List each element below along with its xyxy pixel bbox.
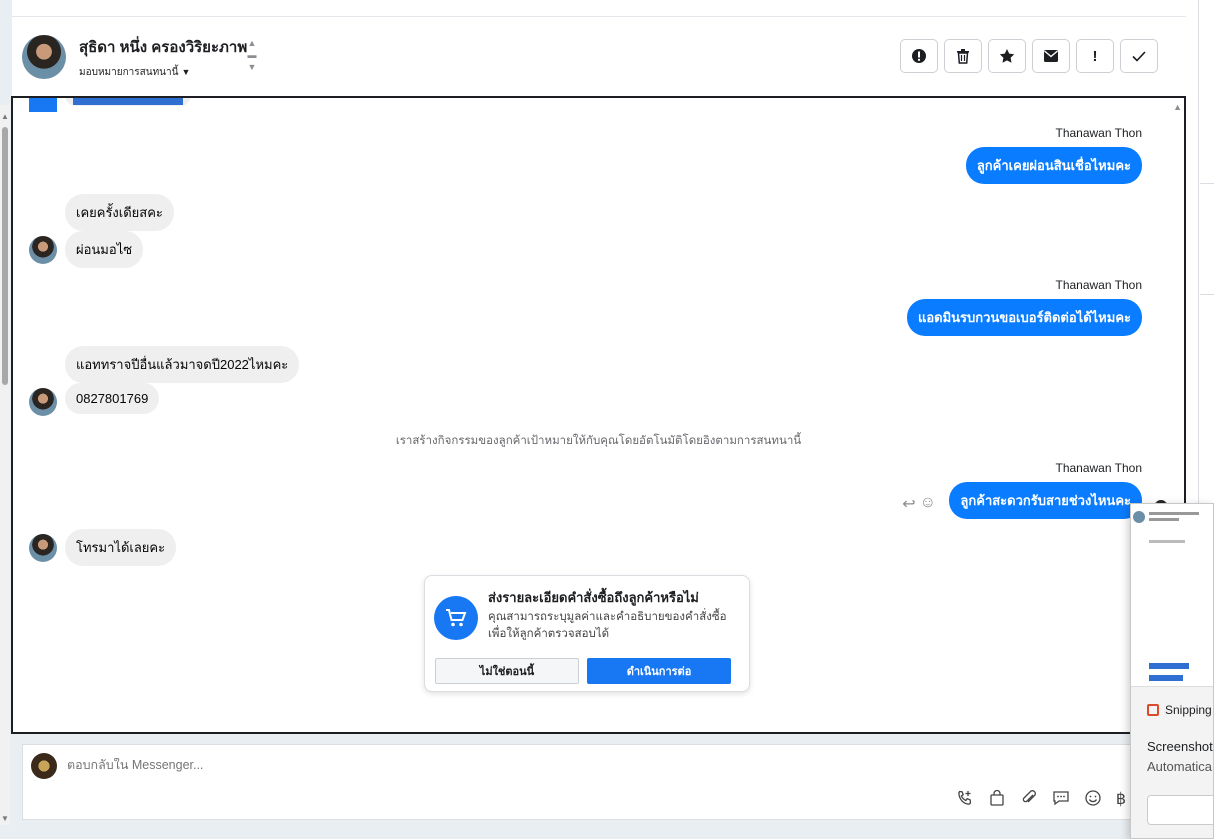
caret-down-icon: ▼ bbox=[181, 67, 191, 77]
not-now-button[interactable]: ไม่ใช่ตอนนี้ bbox=[435, 658, 579, 684]
continue-button[interactable]: ดำเนินการต่อ bbox=[587, 658, 731, 684]
phone-plus-icon[interactable] bbox=[956, 789, 974, 812]
conversation-toolbar: ! bbox=[900, 39, 1158, 73]
star-button[interactable] bbox=[988, 39, 1026, 73]
scroll-down-arrow[interactable]: ▼ bbox=[1, 815, 9, 823]
assign-label: มอบหมายการสนทนานี้ bbox=[79, 67, 179, 78]
notification-action-button[interactable] bbox=[1147, 795, 1213, 825]
incoming-message[interactable]: ผ่อนมอไซ bbox=[65, 231, 144, 268]
conversation-nav[interactable]: ▲ ▬ ▼ bbox=[246, 37, 258, 73]
scroll-up-arrow[interactable]: ▲ bbox=[1, 113, 9, 121]
cutoff-attachment bbox=[29, 98, 57, 112]
panel-divider bbox=[1200, 294, 1214, 295]
mark-done-button[interactable] bbox=[1120, 39, 1158, 73]
outgoing-message[interactable]: ลูกค้าเคยผ่อนสินเชื่อไหมคะ bbox=[965, 147, 1142, 184]
message-thread[interactable]: ▲ Thanawan Thon ลูกค้าเคยผ่อนสินเชื่อไหม… bbox=[11, 96, 1186, 734]
incoming-message[interactable]: แอททราจปีอื่นแล้วมาจดปี2022ไหมคะ bbox=[65, 346, 300, 383]
notification-title: Screenshot bbox=[1147, 739, 1213, 754]
composer-toolbar: ฿ bbox=[956, 789, 1126, 812]
reply-input[interactable] bbox=[67, 758, 667, 772]
baht-icon[interactable]: ฿ bbox=[1116, 789, 1126, 812]
incoming-message[interactable]: 0827801769 bbox=[65, 383, 160, 414]
star-icon bbox=[999, 49, 1015, 63]
customer-avatar-small[interactable] bbox=[29, 534, 57, 562]
message-actions: ↩ ☺ bbox=[902, 494, 936, 514]
thread-scroll-up-icon[interactable]: ▲ bbox=[1173, 102, 1182, 112]
assign-conversation-dropdown[interactable]: มอบหมายการสนทนานี้ ▼ bbox=[79, 65, 190, 80]
snipping-tool-icon bbox=[1147, 704, 1159, 716]
page-scrollbar[interactable]: ▲ ▼ bbox=[0, 105, 10, 825]
reply-icon[interactable]: ↩ bbox=[902, 494, 915, 514]
shopping-cart-icon bbox=[434, 596, 478, 640]
thumbnail-line bbox=[1149, 518, 1179, 521]
follow-up-button[interactable]: ! bbox=[1076, 39, 1114, 73]
previous-conversation-icon[interactable]: ▲ bbox=[246, 37, 258, 49]
order-card-title: ส่งรายละเอียดคำสั่งซื้อถึงลูกค้าหรือไม่ bbox=[488, 590, 699, 605]
customer-name[interactable]: สุธิดา หนึ่ง ครองวิริยะภาพ bbox=[79, 35, 247, 59]
scrollbar-thumb[interactable] bbox=[2, 127, 8, 385]
exclamation-icon: ! bbox=[1092, 47, 1098, 65]
sender-name: Thanawan Thon bbox=[1055, 461, 1142, 475]
trash-icon bbox=[957, 49, 969, 64]
thumbnail-highlight bbox=[1149, 663, 1189, 669]
react-emoji-icon[interactable]: ☺ bbox=[920, 494, 936, 514]
delete-button[interactable] bbox=[944, 39, 982, 73]
selected-text-highlight bbox=[73, 98, 183, 105]
thumbnail-line bbox=[1149, 540, 1185, 543]
outgoing-message[interactable]: ลูกค้าสะดวกรับสายช่วงไหนคะ bbox=[949, 482, 1142, 519]
thumbnail-line bbox=[1149, 512, 1199, 515]
thumbnail-highlight bbox=[1149, 675, 1183, 681]
top-strip bbox=[12, 0, 1186, 17]
customer-avatar[interactable] bbox=[22, 35, 66, 79]
panel-divider bbox=[1200, 183, 1214, 184]
customer-avatar-small[interactable] bbox=[29, 236, 57, 264]
next-conversation-icon[interactable]: ▼ bbox=[246, 61, 258, 73]
snipping-notification[interactable]: Snipping Screenshot Automatica bbox=[1130, 503, 1214, 839]
incoming-message[interactable]: เคยครั้งเดียสคะ bbox=[65, 194, 174, 231]
notification-subtitle: Automatica bbox=[1147, 759, 1213, 774]
page-avatar bbox=[31, 753, 57, 779]
screenshot-thumbnail[interactable] bbox=[1131, 504, 1213, 687]
drag-handle-icon: ▬ bbox=[247, 50, 257, 60]
reply-composer: ฿ bbox=[22, 744, 1137, 820]
notification-body: Snipping Screenshot Automatica bbox=[1131, 687, 1213, 838]
mark-spam-button[interactable] bbox=[900, 39, 938, 73]
cutoff-message-bubble bbox=[65, 98, 191, 106]
outgoing-message[interactable]: แอดมินรบกวนขอเบอร์ติดต่อได้ไหมคะ bbox=[906, 299, 1142, 336]
snipping-app-name: Snipping bbox=[1147, 703, 1212, 717]
customer-avatar-small[interactable] bbox=[29, 388, 57, 416]
order-details-card: ส่งรายละเอียดคำสั่งซื้อถึงลูกค้าหรือไม่ … bbox=[424, 575, 750, 692]
sender-name: Thanawan Thon bbox=[1055, 126, 1142, 140]
thumbnail-avatar bbox=[1133, 511, 1145, 523]
envelope-icon bbox=[1044, 50, 1058, 62]
sender-name: Thanawan Thon bbox=[1055, 278, 1142, 292]
mark-unread-button[interactable] bbox=[1032, 39, 1070, 73]
paperclip-icon[interactable] bbox=[1020, 789, 1038, 812]
incoming-message[interactable]: โทรมาได้เลยคะ bbox=[65, 529, 177, 566]
system-note: เราสร้างกิจกรรมของลูกค้าเป้าหมายให้กับคุ… bbox=[395, 435, 802, 447]
order-card-description: คุณสามารถระบุมูลค่าและคำอธิบายของคำสั่งซ… bbox=[488, 611, 727, 640]
alert-circle-icon bbox=[912, 49, 926, 63]
conversation-header: สุธิดา หนึ่ง ครองวิริยะภาพ มอบหมายการสนท… bbox=[12, 17, 1186, 96]
check-icon bbox=[1132, 51, 1146, 62]
chat-template-icon[interactable] bbox=[1052, 789, 1070, 812]
emoji-icon[interactable] bbox=[1084, 789, 1102, 812]
shopping-bag-icon[interactable] bbox=[988, 789, 1006, 812]
